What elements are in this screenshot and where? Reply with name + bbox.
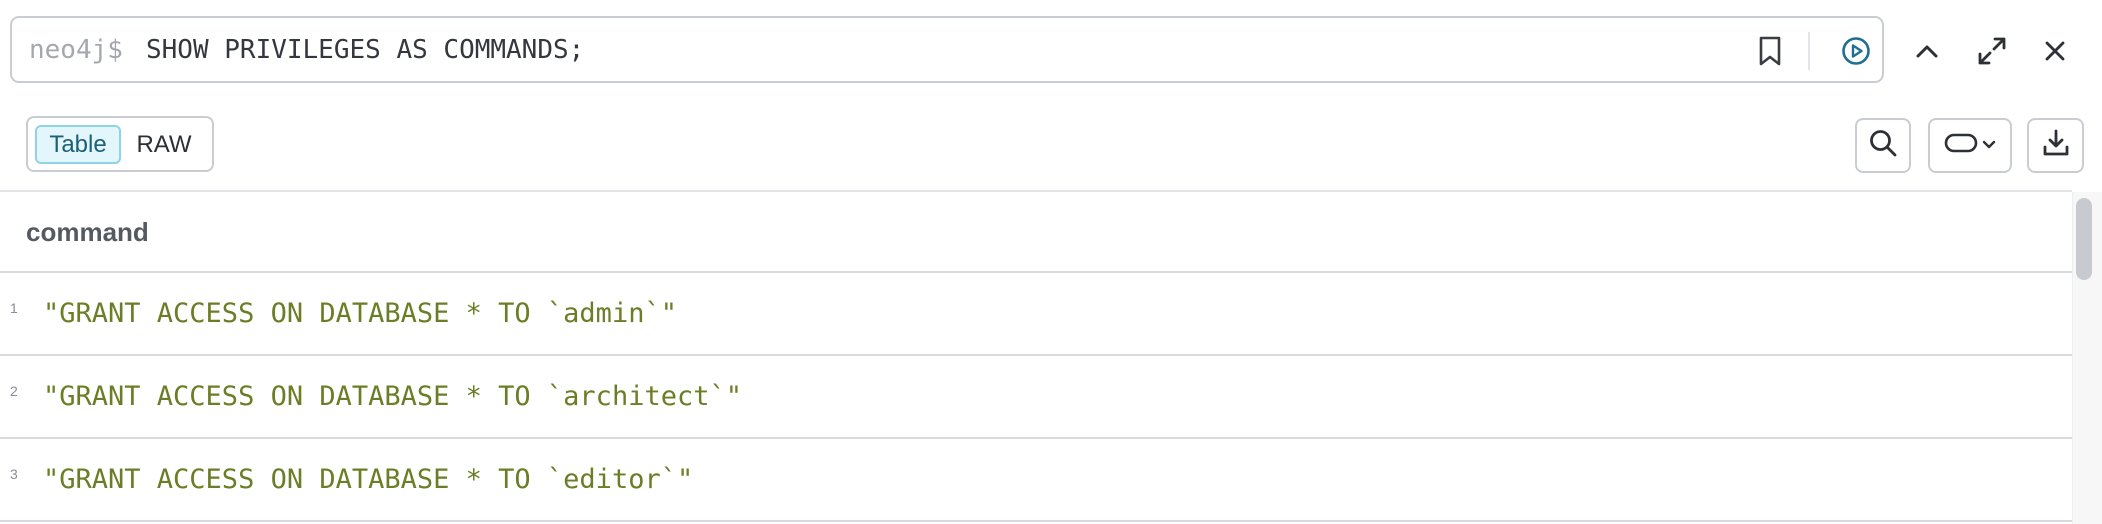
scrollbar-thumb[interactable] (2076, 198, 2092, 280)
search-icon (1867, 127, 1899, 164)
row-index: 3 (10, 466, 18, 482)
row-command-value[interactable]: "GRANT ACCESS ON DATABASE * TO `editor`" (43, 464, 693, 495)
download-button[interactable] (2027, 118, 2084, 173)
table-row[interactable]: 2 "GRANT ACCESS ON DATABASE * TO `archit… (0, 356, 2072, 439)
chevron-down-icon (1982, 137, 1996, 155)
query-editor[interactable]: neo4j$ SHOW PRIVILEGES AS COMMANDS; (10, 16, 1884, 83)
table-header: command (0, 192, 2072, 273)
row-command-value[interactable]: "GRANT ACCESS ON DATABASE * TO `architec… (43, 381, 742, 412)
query-divider (1808, 32, 1810, 70)
row-index: 2 (10, 383, 18, 399)
search-button[interactable] (1855, 118, 1911, 173)
bookmark-icon[interactable] (1753, 34, 1787, 68)
expand-icon[interactable] (1973, 32, 2011, 70)
chevron-up-icon[interactable] (1908, 32, 1946, 70)
row-index: 1 (10, 300, 18, 316)
tab-table[interactable]: Table (35, 125, 121, 164)
table-row[interactable]: 3 "GRANT ACCESS ON DATABASE * TO `editor… (0, 439, 2072, 522)
run-query-icon[interactable] (1839, 34, 1873, 68)
close-icon[interactable] (2036, 32, 2074, 70)
table-row[interactable]: 1 "GRANT ACCESS ON DATABASE * TO `admin`… (0, 273, 2072, 356)
query-text[interactable]: SHOW PRIVILEGES AS COMMANDS; (146, 35, 584, 65)
column-header-command[interactable]: command (26, 217, 149, 248)
download-icon (2040, 127, 2072, 164)
row-command-value[interactable]: "GRANT ACCESS ON DATABASE * TO `admin`" (43, 298, 677, 329)
tab-raw[interactable]: RAW (132, 125, 196, 164)
view-toggle: Table RAW (26, 116, 214, 172)
query-prompt: neo4j$ (29, 35, 123, 65)
pill-shape-icon (1944, 132, 1978, 159)
row-density-dropdown[interactable] (1928, 118, 2012, 173)
results-table: command 1 "GRANT ACCESS ON DATABASE * TO… (0, 192, 2072, 524)
